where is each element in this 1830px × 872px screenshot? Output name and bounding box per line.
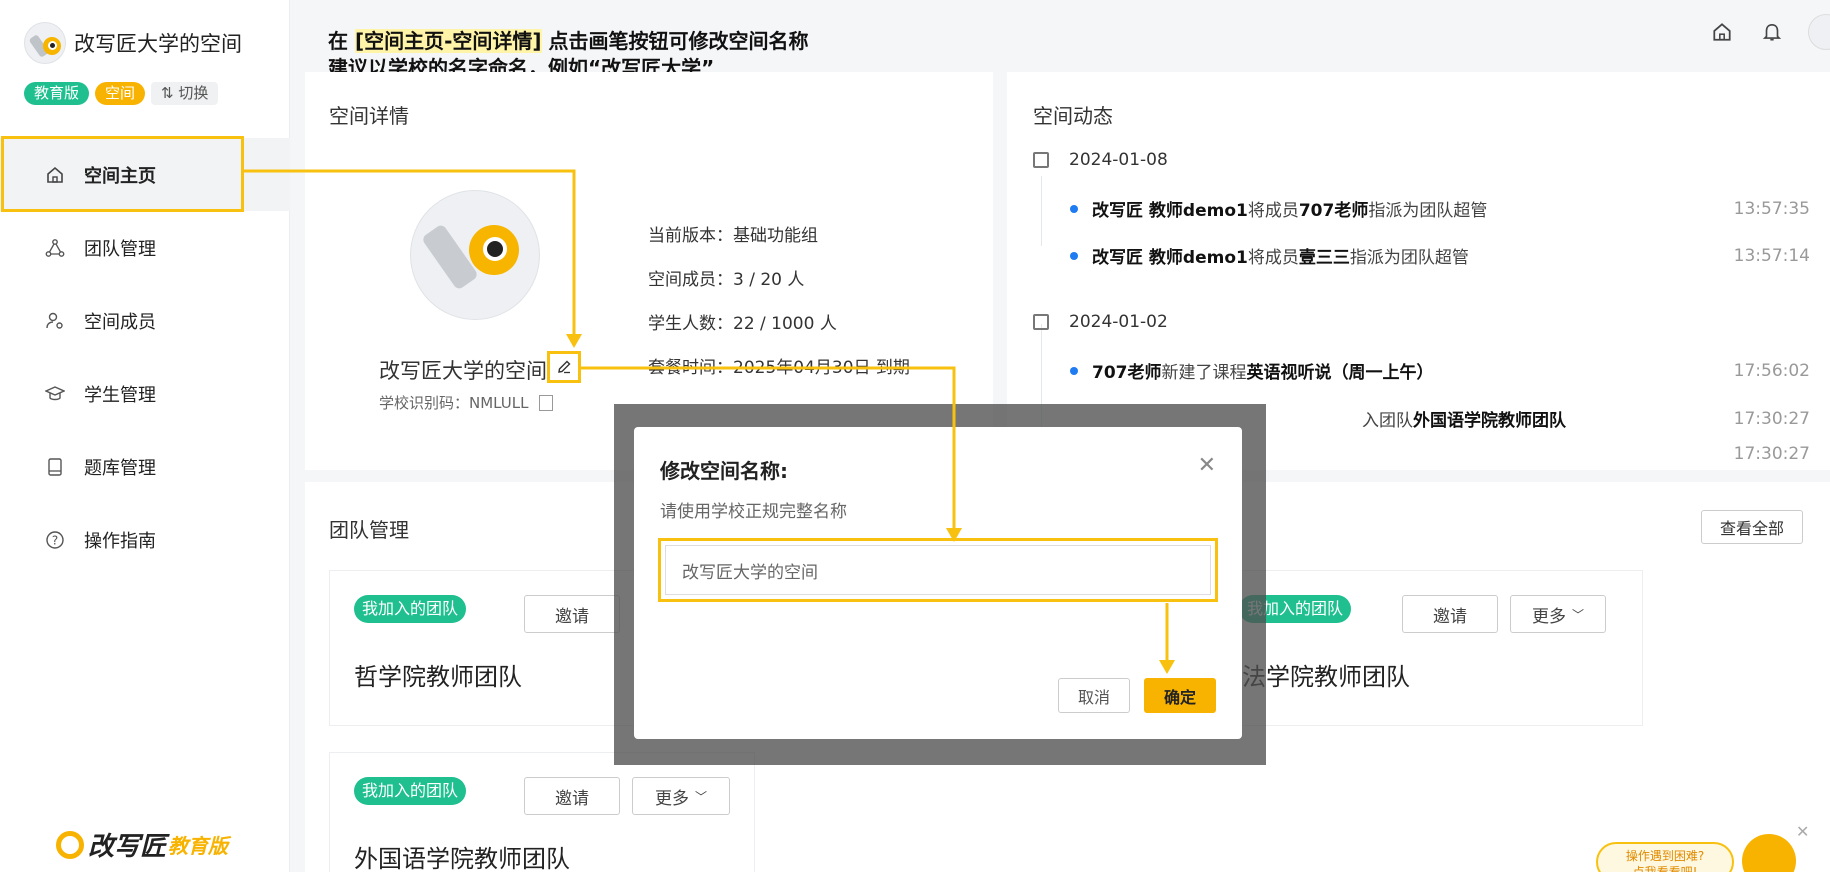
close-icon[interactable]: ✕	[1198, 453, 1216, 478]
annotation-highlight-box	[658, 538, 1218, 602]
switch-button[interactable]: ⇅ 切换	[151, 82, 219, 105]
team-card-law[interactable]: 我加入的团队 邀请 更多 ﹀ 法学院教师团队	[1237, 570, 1643, 726]
calendar-icon	[1033, 152, 1049, 168]
team-icon	[44, 237, 66, 259]
footer-edu-text: 教育版	[168, 834, 229, 858]
edit-pen-button[interactable]	[547, 351, 581, 383]
close-icon[interactable]: ✕	[1796, 822, 1809, 841]
brand[interactable]: 改写匠大学的空间	[24, 22, 242, 64]
sidebar-item-label: 团队管理	[84, 238, 156, 260]
instruction-line-1: 在 [空间主页-空间详情] 点击画笔按钮可修改空间名称	[328, 29, 809, 53]
book-icon	[44, 456, 66, 478]
sidebar-item-label: 空间成员	[84, 311, 156, 333]
view-all-button[interactable]: 查看全部	[1701, 510, 1803, 544]
rename-space-dialog: 修改空间名称: ✕ 请使用学校正规完整名称 取消 确定	[634, 427, 1242, 739]
sidebar-item-guide[interactable]: ? 操作指南	[0, 503, 290, 576]
more-button[interactable]: 更多 ﹀	[632, 777, 730, 815]
edition-badge: 教育版	[24, 82, 90, 105]
space-detail-title: 空间详情	[329, 104, 409, 128]
pen-icon	[558, 360, 571, 374]
space-logo-icon	[24, 22, 66, 64]
feed-item: 改写匠 教师demo1 将成员 707老师 指派为团队超管 13:57:35	[1070, 196, 1810, 221]
sidebar-nav: 空间主页 团队管理 空间成员 学生管理 题库管理 ? 操作指南	[0, 136, 290, 576]
user-avatar[interactable]	[1808, 14, 1830, 50]
invite-button[interactable]: 邀请	[1402, 595, 1498, 633]
feed-time: 17:30:27	[1733, 444, 1810, 464]
dialog-subtitle: 请使用学校正规完整名称	[660, 502, 847, 522]
calendar-icon	[1033, 314, 1049, 330]
more-button[interactable]: 更多 ﹀	[1510, 595, 1606, 633]
bullet-dot	[1070, 251, 1078, 260]
sidebar-item-label: 学生管理	[84, 384, 156, 406]
sidebar: 改写匠大学的空间 教育版 空间 ⇅ 切换 空间主页 团队管理 空间成员 学生管理…	[0, 0, 290, 872]
sidebar-item-label: 操作指南	[84, 530, 156, 552]
svg-text:?: ?	[52, 533, 58, 547]
joined-team-badge: 我加入的团队	[354, 595, 467, 623]
sidebar-item-home[interactable]: 空间主页	[0, 136, 290, 212]
space-feed-title: 空间动态	[1033, 104, 1113, 128]
copy-icon[interactable]	[539, 395, 554, 411]
brand-name: 改写匠大学的空间	[74, 32, 242, 56]
joined-team-badge: 我加入的团队	[354, 777, 467, 805]
dialog-title: 修改空间名称:	[660, 459, 788, 483]
feed-item: 改写匠 教师demo1 将成员 壹三三 指派为团队超管 13:57:14	[1070, 243, 1810, 268]
help-bubble[interactable]: 操作遇到困难? 点我看看吧!	[1596, 842, 1734, 872]
team-name: 外国语学院教师团队	[354, 845, 570, 872]
sidebar-item-team[interactable]: 团队管理	[0, 211, 290, 284]
bullet-dot	[1070, 204, 1078, 213]
space-info-list: 当前版本：基础功能组 空间成员：3 / 20 人 学生人数：22 / 1000 …	[648, 214, 910, 390]
member-settings-icon	[44, 310, 66, 332]
info-students: 学生人数：22 / 1000 人	[648, 314, 837, 334]
timeline-line	[1041, 176, 1042, 246]
space-name: 改写匠大学的空间	[379, 359, 547, 383]
school-code: 学校识别码：NMLULL	[379, 392, 554, 413]
cancel-button[interactable]: 取消	[1058, 678, 1130, 713]
team-management-title: 团队管理	[329, 518, 409, 542]
feed-item: 707老师 新建了课程 英语视听说（周一上午） 17:56:02	[1070, 358, 1810, 383]
sidebar-item-question-bank[interactable]: 题库管理	[0, 430, 290, 503]
sidebar-tags: 教育版 空间 ⇅ 切换	[24, 82, 219, 105]
feed-time: 13:57:14	[1733, 245, 1810, 266]
team-name: 哲学院教师团队	[354, 663, 522, 691]
footer-logo-text: 改写匠	[88, 832, 167, 862]
sidebar-item-students[interactable]: 学生管理	[0, 357, 290, 430]
footer-logo: 改写匠 教育版	[56, 826, 228, 863]
feed-date: 2024-01-08	[1033, 150, 1168, 170]
topbar-icons	[1708, 14, 1830, 50]
feed-time: 13:57:35	[1733, 198, 1810, 219]
feed-date: 2024-01-02	[1033, 312, 1168, 332]
chevron-down-icon: ﹀	[694, 789, 707, 804]
space-avatar-icon	[410, 190, 540, 320]
sidebar-item-members[interactable]: 空间成员	[0, 284, 290, 357]
feed-time: 17:30:27	[1733, 408, 1810, 429]
home-icon[interactable]	[1708, 18, 1736, 46]
bullet-dot	[1070, 366, 1078, 375]
sidebar-item-label: 题库管理	[84, 457, 156, 479]
help-icon: ?	[44, 529, 66, 551]
info-version: 当前版本：基础功能组	[648, 226, 818, 246]
brand-ring-icon	[56, 830, 84, 859]
chevron-down-icon: ﹀	[1571, 607, 1584, 622]
invite-button[interactable]: 邀请	[524, 777, 620, 815]
graduation-cap-icon	[44, 383, 66, 405]
feed-time: 17:56:02	[1733, 360, 1810, 381]
team-card-foreign-languages[interactable]: 我加入的团队 邀请 更多 ﹀ 外国语学院教师团队	[329, 752, 755, 872]
instruction-highlight: [空间主页-空间详情]	[354, 29, 542, 53]
annotation-highlight-box	[1, 136, 244, 212]
bell-icon[interactable]	[1758, 18, 1786, 46]
team-name: 法学院教师团队	[1242, 663, 1410, 691]
info-package: 套餐时间：2025年04月30日 到期	[648, 358, 910, 378]
confirm-button[interactable]: 确定	[1144, 678, 1216, 713]
space-name-input[interactable]	[665, 545, 1211, 595]
space-badge: 空间	[95, 82, 146, 105]
info-members: 空间成员：3 / 20 人	[648, 270, 805, 290]
invite-button[interactable]: 邀请	[524, 595, 620, 633]
